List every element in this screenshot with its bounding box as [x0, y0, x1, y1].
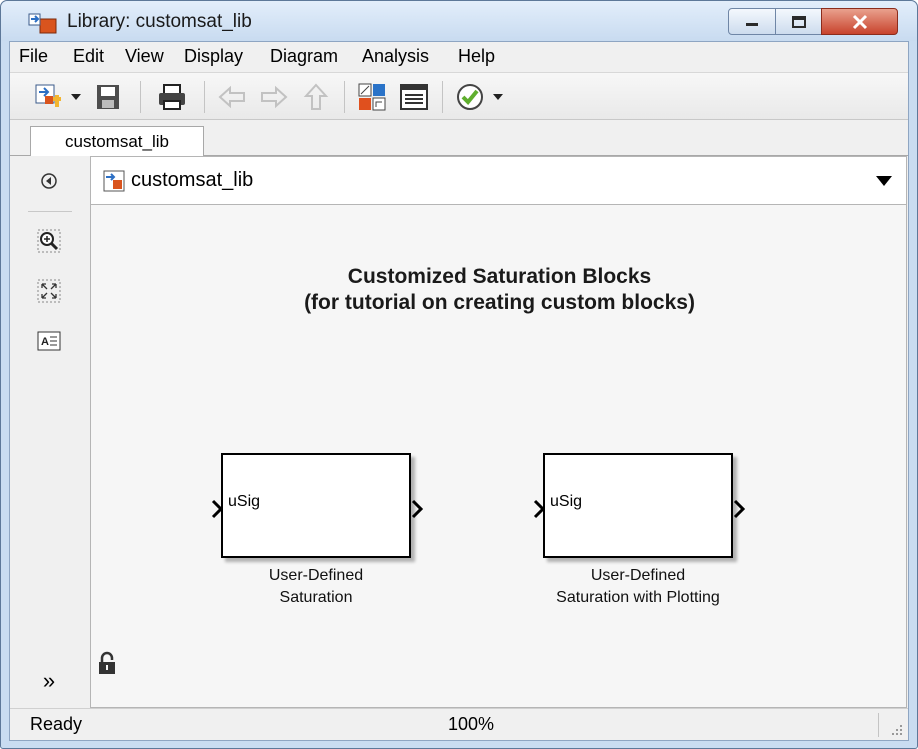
svg-text:A: A [41, 336, 49, 348]
output-port-icon [733, 499, 745, 519]
address-path: customsat_lib [131, 169, 254, 191]
input-port-icon [533, 499, 545, 519]
new-model-dropdown[interactable] [68, 81, 84, 113]
tab-customsat-lib[interactable]: customsat_lib [30, 126, 204, 157]
menu-help[interactable]: Help [458, 46, 495, 67]
toolbar [10, 72, 908, 120]
block-name-line: User-Defined [590, 567, 686, 584]
block-name-line: Saturation with Plotting [556, 589, 720, 606]
input-port-icon [211, 499, 223, 519]
sidebar-separator [28, 211, 72, 212]
toolbar-separator [140, 81, 141, 113]
close-button[interactable] [821, 8, 898, 35]
dropdown-arrow-icon [493, 94, 503, 100]
zoom-in-icon [37, 229, 61, 253]
canvas-annotation-subtitle[interactable]: (for tutorial on creating custom blocks) [91, 291, 908, 315]
print-icon [159, 84, 185, 110]
new-model-button[interactable] [32, 81, 64, 113]
resize-grip-icon[interactable] [890, 723, 904, 737]
minimize-icon [746, 22, 758, 26]
check-dropdown[interactable] [490, 81, 506, 113]
toolbar-separator [344, 81, 345, 113]
minimize-button[interactable] [728, 8, 776, 35]
maximize-icon [791, 15, 806, 28]
library-browser-icon [358, 83, 386, 111]
block-name-line: Saturation [279, 589, 353, 606]
save-button[interactable] [92, 81, 124, 113]
port-label: uSig [550, 493, 583, 510]
status-separator [878, 713, 879, 737]
canvas-annotation-title[interactable]: Customized Saturation Blocks [91, 265, 908, 289]
model-canvas[interactable]: Customized Saturation Blocks (for tutori… [90, 205, 907, 708]
zoom-button[interactable] [36, 228, 62, 254]
chevron-down-icon[interactable] [876, 176, 892, 186]
check-button[interactable] [454, 81, 486, 113]
annotation-icon: A [37, 331, 61, 351]
status-text: Ready [30, 714, 83, 734]
title-bar[interactable]: Library: customsat_lib [1, 1, 917, 41]
user-defined-saturation-block[interactable]: uSig [211, 453, 423, 558]
library-icon [28, 13, 57, 34]
print-button[interactable] [156, 81, 188, 113]
annotation-button[interactable]: A [36, 328, 62, 354]
block-name-line: User-Defined [268, 567, 364, 584]
tab-strip: customsat_lib [10, 120, 908, 157]
back-icon [218, 85, 245, 109]
library-browser-button[interactable] [356, 81, 388, 113]
check-icon [457, 84, 483, 110]
menu-edit[interactable]: Edit [73, 46, 104, 67]
menu-analysis[interactable]: Analysis [362, 46, 429, 67]
toolbar-separator [204, 81, 205, 113]
close-icon [852, 14, 867, 29]
window-title: Library: customsat_lib [67, 11, 252, 32]
menu-diagram[interactable]: Diagram [270, 46, 338, 67]
zoom-level: 100% [448, 714, 495, 734]
forward-button[interactable] [258, 81, 290, 113]
dropdown-arrow-icon [71, 94, 81, 100]
forward-icon [261, 85, 288, 109]
address-bar[interactable]: customsat_lib [90, 156, 907, 205]
back-button[interactable] [216, 81, 248, 113]
menu-view[interactable]: View [125, 46, 164, 67]
window: Library: customsat_lib File Edit View Di… [0, 0, 918, 749]
library-icon [103, 170, 125, 192]
model-explorer-button[interactable] [398, 81, 430, 113]
toolbar-separator [442, 81, 443, 113]
user-defined-saturation-with-plotting-block[interactable]: uSig [533, 453, 745, 558]
client-area: File Edit View Display Diagram Analysis … [9, 41, 909, 741]
maximize-button[interactable] [775, 8, 822, 35]
block-name[interactable]: User-Defined Saturation with Plotting [508, 565, 768, 609]
model-explorer-icon [400, 84, 428, 110]
output-port-icon [411, 499, 423, 519]
hide-browser-button[interactable] [36, 168, 62, 194]
menu-display[interactable]: Display [184, 46, 243, 67]
fit-to-view-icon [37, 279, 61, 303]
status-bar: Ready 100% [10, 708, 908, 740]
sidebar: A » [10, 156, 90, 708]
lock-icon[interactable] [97, 651, 117, 675]
port-label: uSig [228, 493, 261, 510]
menu-bar: File Edit View Display Diagram Analysis … [10, 42, 908, 72]
up-icon [303, 83, 329, 110]
arrow-left-circle-icon [41, 173, 57, 189]
block-name[interactable]: User-Defined Saturation [186, 565, 446, 609]
save-icon [97, 85, 119, 109]
up-button[interactable] [300, 81, 332, 113]
fit-to-view-button[interactable] [36, 278, 62, 304]
new-model-icon [35, 84, 61, 107]
expand-button[interactable]: » [36, 668, 62, 694]
menu-file[interactable]: File [19, 46, 48, 67]
